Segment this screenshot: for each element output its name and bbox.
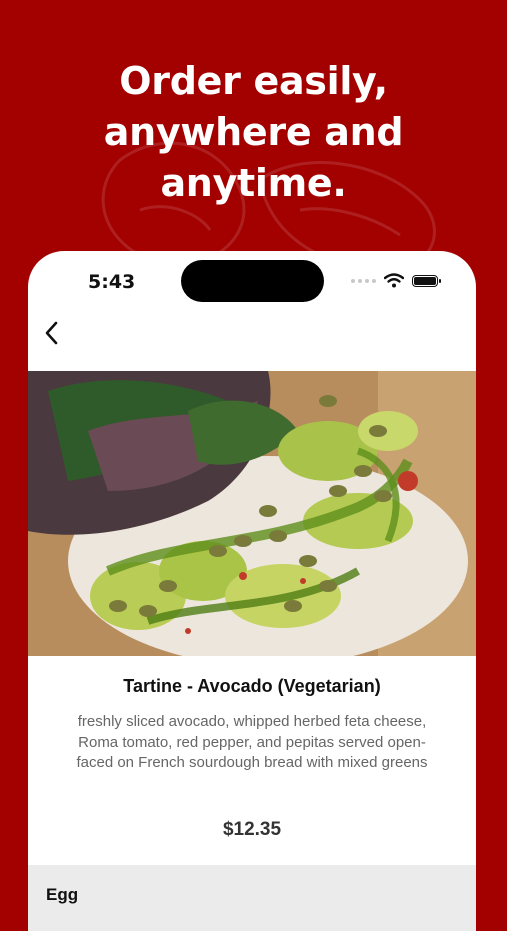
- option-section-label: Egg: [46, 885, 79, 904]
- chevron-left-icon: [45, 321, 58, 345]
- item-title: Tartine - Avocado (Vegetarian): [123, 676, 381, 696]
- headline-line-3: anytime.: [160, 161, 347, 205]
- headline-line-1: Order easily,: [119, 59, 388, 103]
- item-description: freshly sliced avocado, whipped herbed f…: [76, 713, 428, 771]
- phone-screen: 5:43 Tartine - Avocado (Vegetarian) fres…: [28, 251, 476, 931]
- headline-line-2: anywhere and: [103, 110, 404, 154]
- item-price: $12.35: [222, 819, 282, 840]
- option-section-header: Egg: [28, 865, 476, 931]
- back-button[interactable]: [34, 316, 68, 350]
- status-icons: [351, 273, 441, 288]
- signal-dots-icon: [351, 278, 376, 283]
- wifi-icon: [384, 273, 404, 288]
- battery-icon: [412, 274, 441, 287]
- item-photo: [28, 371, 476, 656]
- dynamic-island: [181, 260, 324, 302]
- promo-headline: Order easily, anywhere and anytime.: [0, 56, 507, 209]
- status-time: 5:43: [88, 271, 136, 293]
